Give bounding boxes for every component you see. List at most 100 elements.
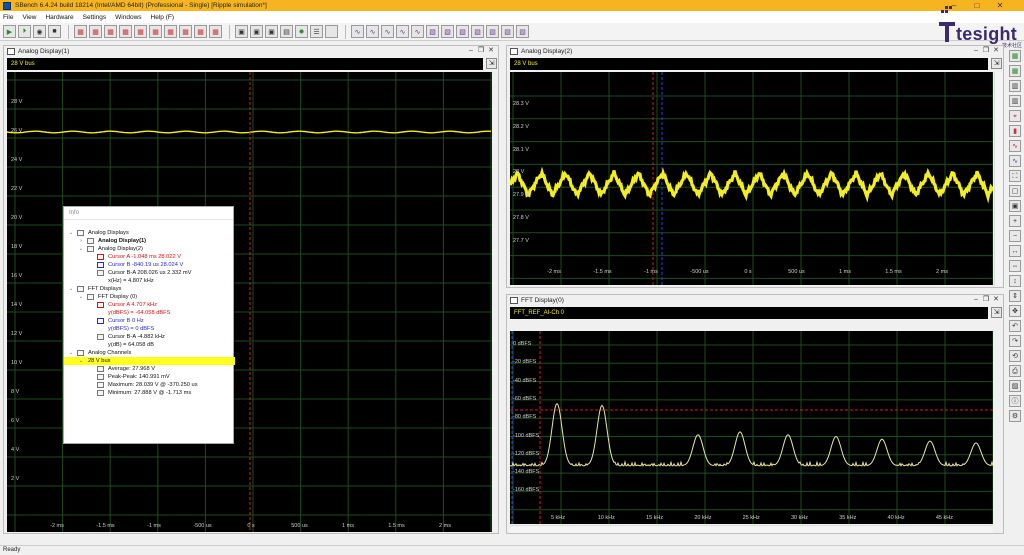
- undo-zoom-icon[interactable]: ↶: [1009, 320, 1021, 332]
- display-tool-7-icon[interactable]: ▧: [441, 25, 454, 38]
- channel-label[interactable]: 28 V bus: [11, 61, 35, 67]
- marker-icon[interactable]: ▮: [1009, 125, 1021, 137]
- zoom-fit-icon[interactable]: ⛶: [1009, 170, 1021, 182]
- y-tick-label: 22 V: [11, 186, 23, 192]
- panel-options-button[interactable]: ⇲: [991, 307, 1002, 318]
- calc-tool-2-icon[interactable]: ▣: [250, 25, 263, 38]
- tree-item-cursor-a[interactable]: Cursor A -1.048 ms 28.022 V: [64, 253, 235, 261]
- grid-alt-icon[interactable]: ▦: [1009, 65, 1021, 77]
- list-icon[interactable]: ☰: [310, 25, 323, 38]
- panel-restore-button[interactable]: ❐: [982, 47, 990, 55]
- display-tool-1-icon[interactable]: ∿: [351, 25, 364, 38]
- display-tool-9-icon[interactable]: ▧: [471, 25, 484, 38]
- panel-minimize-button[interactable]: –: [972, 47, 980, 55]
- info-window[interactable]: Info ⌄ Analog Displays › Analog Display(1)…: [63, 206, 235, 444]
- info-toggle-icon[interactable]: ⓘ: [1009, 395, 1021, 407]
- panel-restore-button[interactable]: ❐: [982, 296, 990, 304]
- channel-tool-5-icon[interactable]: ▦: [134, 25, 147, 38]
- grid-icon[interactable]: ▦: [1009, 50, 1021, 62]
- horizontal-scrollbar[interactable]: [510, 525, 993, 533]
- tree-item-fft-cursor-a[interactable]: Cursor A 4.707 kHz: [64, 301, 235, 309]
- panel-close-button[interactable]: ✕: [992, 47, 1000, 55]
- layout-icon[interactable]: ▥: [1009, 80, 1021, 92]
- menu-windows[interactable]: Windows: [115, 14, 141, 21]
- panel-close-button[interactable]: ✕: [992, 296, 1000, 304]
- panel-options-button[interactable]: ⇲: [486, 58, 497, 69]
- panel-restore-button[interactable]: ❐: [477, 47, 485, 55]
- trace-purple-icon[interactable]: ∿: [1009, 155, 1021, 167]
- channel-label[interactable]: 28 V bus: [514, 61, 538, 67]
- tree-item-cursor-ba[interactable]: Cursor B-A 208.026 us 2.332 mV: [64, 269, 235, 277]
- zoom-x-in-icon[interactable]: ↔: [1009, 245, 1021, 257]
- calc-tool-1-icon[interactable]: ▣: [235, 25, 248, 38]
- display-tool-10-icon[interactable]: ▧: [486, 25, 499, 38]
- tree-item-analog-displays[interactable]: ⌄ Analog Displays: [64, 229, 235, 237]
- channel-tool-10-icon[interactable]: ▦: [209, 25, 222, 38]
- zoom-out-icon[interactable]: −: [1009, 230, 1021, 242]
- settings-icon[interactable]: ⚙: [1009, 410, 1021, 422]
- display-tool-3-icon[interactable]: ∿: [381, 25, 394, 38]
- tree-item-fft-cursor-b[interactable]: Cursor B 0 Hz: [64, 317, 235, 325]
- display-tool-2-icon[interactable]: ∿: [366, 25, 379, 38]
- trace-red-icon[interactable]: ∿: [1009, 140, 1021, 152]
- zoom-y-out-icon[interactable]: ⇕: [1009, 290, 1021, 302]
- pan-icon[interactable]: ✥: [1009, 305, 1021, 317]
- channel-tool-9-icon[interactable]: ▦: [194, 25, 207, 38]
- menu-help[interactable]: Help (F): [151, 14, 174, 21]
- analog-display-2-plot[interactable]: 28.3 V 28.2 V 28.1 V 28 V 27.9 V 27.8 V 27.7 V…: [510, 72, 993, 285]
- zoom-x-out-icon[interactable]: ⇔: [1009, 260, 1021, 272]
- tree-item-fft-cursor-ba[interactable]: Cursor B-A -4.882 kHz: [64, 333, 235, 341]
- channel-tool-7-icon[interactable]: ▦: [164, 25, 177, 38]
- tree-item-channel-28v[interactable]: ⌄ 28 V bus: [64, 357, 235, 365]
- tree-item-fft-displays[interactable]: ⌄ FFT Displays: [64, 285, 235, 293]
- channel-tool-3-icon[interactable]: ▦: [104, 25, 117, 38]
- vertical-scrollbar[interactable]: [994, 72, 1002, 285]
- tree-item-analog-display-2[interactable]: ⌄ Analog Display(2): [64, 245, 235, 253]
- channel-tool-8-icon[interactable]: ▦: [179, 25, 192, 38]
- zoom-box-icon[interactable]: ▢: [1009, 185, 1021, 197]
- zoom-in-icon[interactable]: +: [1009, 215, 1021, 227]
- tree-item-fft-display-0[interactable]: ⌄ FFT Display (0): [64, 293, 235, 301]
- menu-file[interactable]: File: [3, 14, 13, 21]
- pause-icon[interactable]: ◉: [33, 25, 46, 38]
- panel-minimize-button[interactable]: –: [972, 296, 980, 304]
- print-icon[interactable]: ⎙: [1009, 365, 1021, 377]
- start-icon[interactable]: ▶: [3, 25, 16, 38]
- panel-minimize-button[interactable]: –: [467, 47, 475, 55]
- channel-label[interactable]: FFT_REF_AI-Ch 0: [514, 310, 564, 316]
- menu-settings[interactable]: Settings: [83, 14, 107, 21]
- channel-tool-2-icon[interactable]: ▦: [89, 25, 102, 38]
- display-tool-5-icon[interactable]: ∿: [411, 25, 424, 38]
- menu-hardware[interactable]: Hardware: [45, 14, 73, 21]
- stop-icon[interactable]: ■: [48, 25, 61, 38]
- panel-options-button[interactable]: ⇲: [991, 58, 1002, 69]
- fft-display-panel: FFT Display(0) – ❐ ✕ FFT_REF_AI-Ch 0 ⇲ 0…: [506, 294, 1004, 534]
- calc-tool-3-icon[interactable]: ▣: [265, 25, 278, 38]
- cursor-tool-icon[interactable]: ⌖: [1009, 110, 1021, 122]
- export-icon[interactable]: ▤: [280, 25, 293, 38]
- start-trigger-icon[interactable]: ⏵: [18, 25, 31, 38]
- tree-item-analog-display-1[interactable]: › Analog Display(1): [64, 237, 235, 245]
- display-tool-11-icon[interactable]: ▧: [501, 25, 514, 38]
- display-tool-12-icon[interactable]: ▧: [516, 25, 529, 38]
- zoom-region-icon[interactable]: ▣: [1009, 200, 1021, 212]
- channel-tool-1-icon[interactable]: ▦: [74, 25, 87, 38]
- tree-item-analog-channels[interactable]: ⌄ Analog Channels: [64, 349, 235, 357]
- blank-icon[interactable]: [325, 25, 338, 38]
- settings-gear-icon[interactable]: ✹: [295, 25, 308, 38]
- zoom-y-in-icon[interactable]: ↕: [1009, 275, 1021, 287]
- export-image-icon[interactable]: ▨: [1009, 380, 1021, 392]
- panel-close-button[interactable]: ✕: [487, 47, 495, 55]
- window-title: SBench 6.4.24 build 18214 (Intel/AMD 64b…: [15, 2, 267, 9]
- reset-view-icon[interactable]: ⟲: [1009, 350, 1021, 362]
- display-tool-4-icon[interactable]: ∿: [396, 25, 409, 38]
- tree-item-cursor-b[interactable]: Cursor B -840.19 us 28.024 V: [64, 261, 235, 269]
- display-tool-6-icon[interactable]: ▧: [426, 25, 439, 38]
- channel-tool-6-icon[interactable]: ▦: [149, 25, 162, 38]
- layout-alt-icon[interactable]: ▥: [1009, 95, 1021, 107]
- fft-display-plot[interactable]: 0 dBFS -20 dBFS -40 dBFS -60 dBFS -80 dBFS -1…: [510, 331, 993, 524]
- display-tool-8-icon[interactable]: ▧: [456, 25, 469, 38]
- channel-tool-4-icon[interactable]: ▦: [119, 25, 132, 38]
- menu-view[interactable]: View: [22, 14, 36, 21]
- redo-zoom-icon[interactable]: ↷: [1009, 335, 1021, 347]
